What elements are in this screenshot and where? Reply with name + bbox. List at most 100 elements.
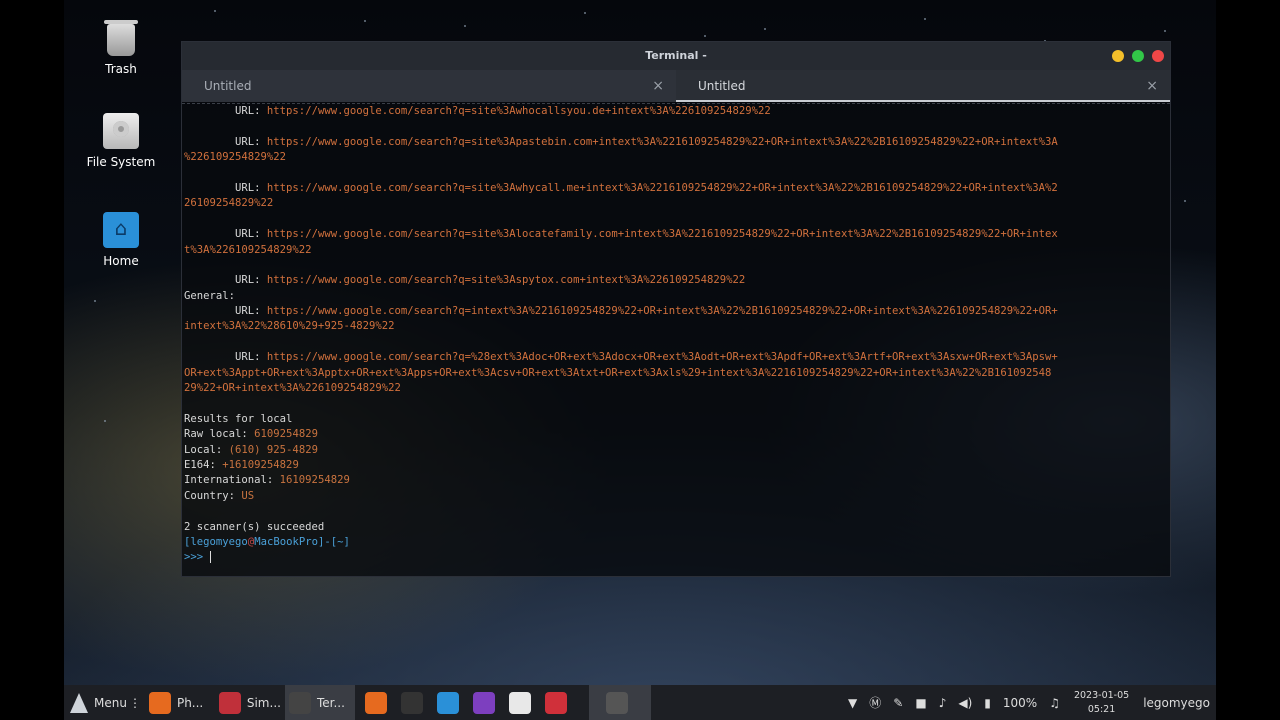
terminal-line: t%3A%226109254829%22 [184,243,1168,258]
task-button-0[interactable]: Ph... [145,685,215,720]
taskbar: Menu ⋮ Ph... Sim... Ter... ▼ Ⓜ ✎ ■ ♪ ◀) ▮ … [64,685,1216,720]
task-list: Ph... Sim... Ter... [145,685,355,720]
menu-grip-icon: ⋮ [128,695,141,710]
star-decoration [764,28,766,30]
desktop-icon-file-system[interactable]: File System [81,113,161,169]
star-decoration [464,25,466,27]
terminal-line: URL: https://www.google.com/search?q=sit… [184,135,1168,150]
terminal-text: URL: [184,135,267,148]
drive-icon [103,113,139,149]
tab-bar: Untitled × Untitled × [182,70,1170,102]
close-button[interactable] [1152,50,1164,62]
launcher-4[interactable] [505,685,541,720]
terminal-text: >>> [184,551,210,564]
terminal-line: International: 16109254829 [184,473,1168,488]
star-decoration [1164,30,1166,32]
mail-icon[interactable]: Ⓜ [869,694,881,711]
tab-untitled-1[interactable]: Untitled × [182,70,676,102]
terminal-line: Country: US [184,489,1168,504]
minimize-button[interactable] [1112,50,1124,62]
firefox-icon [364,691,387,714]
close-tab-icon[interactable]: × [652,70,664,102]
terminal-url: %226109254829%22 [184,151,287,164]
mic-icon[interactable]: ♪ [939,696,947,710]
terminal-url: https://www.google.com/search?q=intext%3… [266,305,1058,318]
desktop-icon-home[interactable]: Home [81,212,161,268]
task-button-1[interactable]: Sim... [215,685,285,720]
desktop-icon-trash[interactable]: Trash [81,20,161,76]
terminal-text: ]-[ [317,535,338,548]
desktop-icon-label: Trash [105,62,137,76]
terminal-line: URL: https://www.google.com/search?q=sit… [184,227,1168,242]
recorder-icon [544,691,567,714]
task-button-2[interactable]: Ter... [284,685,355,720]
launcher-0[interactable] [361,685,397,720]
tab-untitled-2[interactable]: Untitled × [676,70,1170,102]
terminal-url: t%3A%226109254829%22 [184,243,312,256]
task-label: Ter... [316,695,345,710]
terminal-text: URL: [184,351,267,364]
user-name[interactable]: legomyego [1143,696,1210,710]
text-cursor [209,551,211,564]
terminal-line: General: [184,289,1168,304]
star-decoration [584,12,586,14]
volume-icon[interactable]: ◀) [958,696,972,710]
camera-icon[interactable]: ■ [915,696,926,710]
battery-icon[interactable]: ▮ [984,696,991,710]
bell-icon[interactable]: ♫ [1049,696,1060,710]
launcher-list [361,685,651,720]
terminal-window: Terminal - Untitled × Untitled × URL: ht… [181,41,1171,577]
terminal-url: https://www.google.com/search?q=site%3Al… [266,228,1058,241]
home-folder-icon [103,212,139,248]
terminal-text: 16109254829 [279,474,350,487]
text-editor-icon [508,691,531,714]
terminal-line: [legomyego@MacBookPro]-[~] [184,535,1168,550]
launcher-1[interactable] [397,685,433,720]
launcher-5[interactable] [541,685,577,720]
terminal-line: URL: https://www.google.com/search?q=%28… [184,350,1168,365]
terminal-text: Country: [184,489,242,502]
terminal-text: General: [184,289,236,302]
trash-icon [104,20,138,56]
terminal-text: 2 scanner(s) succeeded [184,520,325,533]
terminal-text: (610) 925-4829 [228,443,318,456]
terminal-text: ] [343,535,350,548]
terminal-line: 26109254829%22 [184,196,1168,211]
desktop-icon-label: Home [103,254,139,268]
star-decoration [214,10,216,12]
terminal-url: https://www.google.com/search?q=site%3Aw… [266,181,1058,194]
terminal-output[interactable]: URL: https://www.google.com/search?q=sit… [182,103,1170,576]
terminal-line: URL: https://www.google.com/search?q=sit… [184,273,1168,288]
launcher-6[interactable] [588,685,651,720]
launcher-2[interactable] [433,685,469,720]
paint-icon[interactable]: ✎ [893,696,903,710]
task-label: Ph... [176,695,204,710]
close-tab-icon[interactable]: × [1146,70,1158,102]
start-menu-button[interactable]: Menu ⋮ [64,685,145,720]
terminal-line: URL: https://www.google.com/search?q=sit… [184,104,1168,119]
clock[interactable]: 2023-01-05 05:21 [1074,689,1129,717]
terminal-url: OR+ext%3Appt+OR+ext%3Apptx+OR+ext%3Apps+… [184,366,1052,379]
terminal-text: MacBookPro [254,535,318,548]
launcher-3[interactable] [469,685,505,720]
terminal-line: >>> [184,550,1168,565]
desktop-icon-label: File System [86,155,156,169]
terminal-text: URL: [184,274,267,287]
battery-percent: 100% [1002,695,1038,710]
terminal-text: Results for local [184,412,293,425]
terminal-line: OR+ext%3Appt+OR+ext%3Apptx+OR+ext%3Apps+… [184,366,1168,381]
terminal-text: International: [184,474,280,487]
terminal-text: US [241,489,255,502]
wifi-icon[interactable]: ▼ [848,696,857,710]
maximize-button[interactable] [1132,50,1144,62]
star-decoration [1184,200,1186,202]
terminal-text: URL: [184,305,267,318]
terminal-text: Local: [184,443,229,456]
terminal-line: Raw local: 6109254829 [184,427,1168,442]
window-titlebar[interactable]: Terminal - [182,42,1170,70]
